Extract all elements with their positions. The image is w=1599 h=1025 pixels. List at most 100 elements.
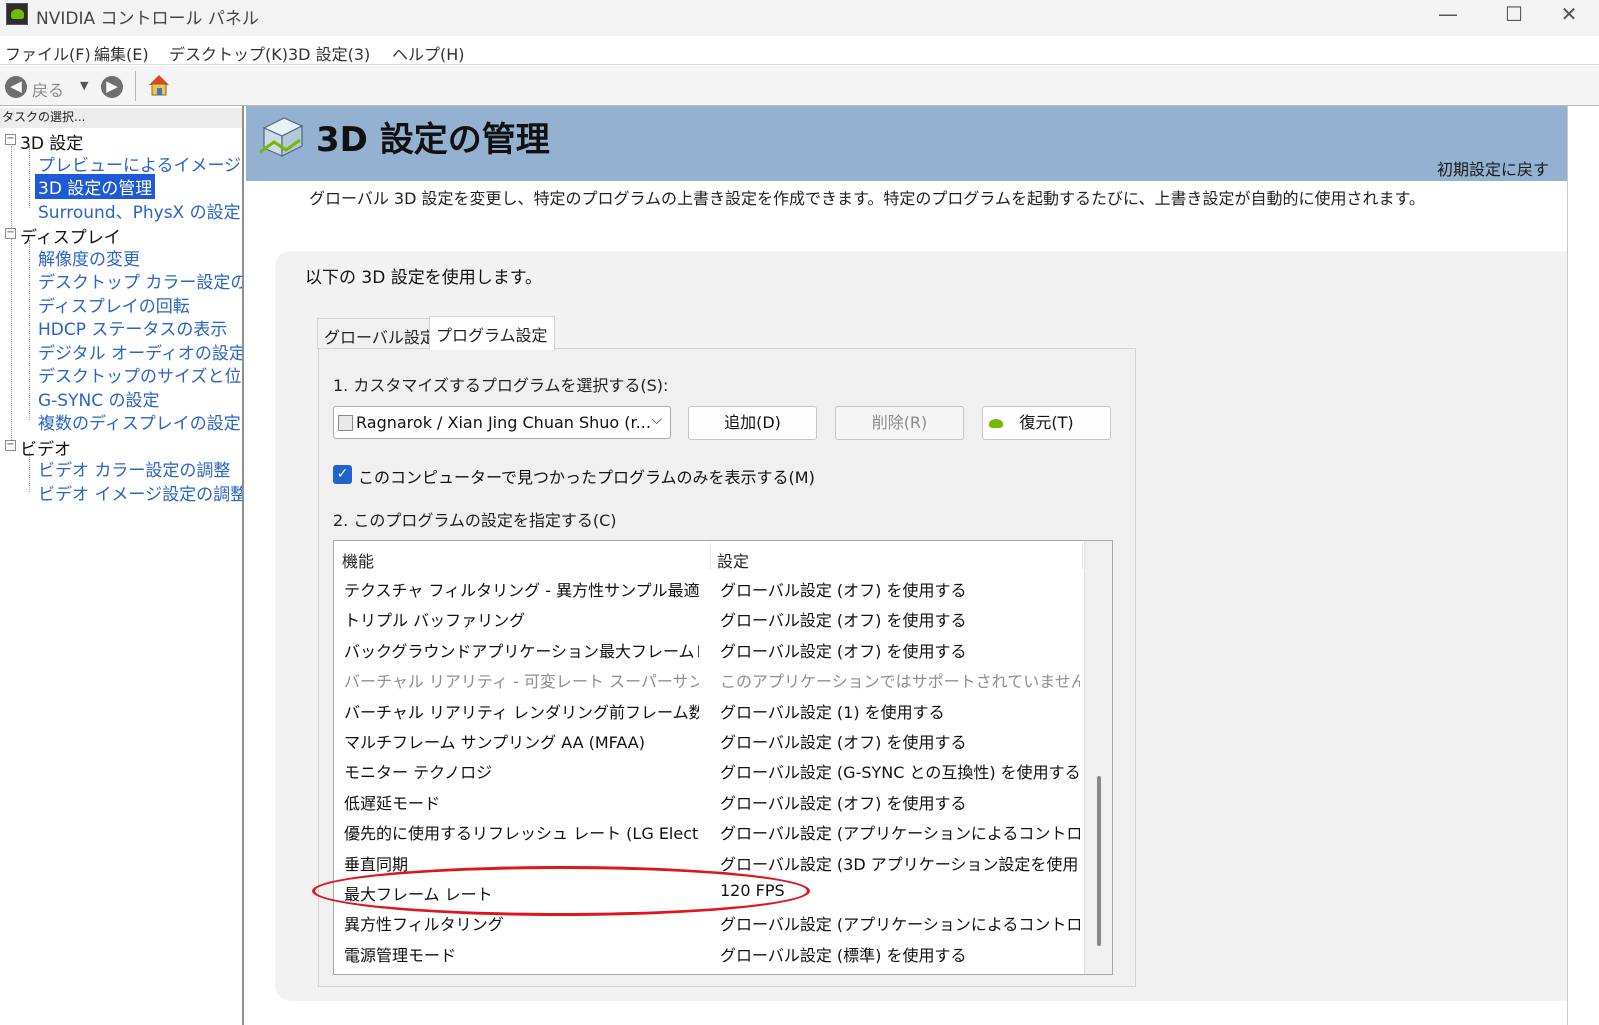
page-header-banner: 3D 設定の管理 初期設定に戻す [246,106,1567,181]
show-found-programs-checkbox[interactable]: ✓ [333,465,352,484]
task-preview-image-settings[interactable]: プレビューによるイメージ設定の調整 [38,151,242,176]
setting-value[interactable]: グローバル設定 (標準) を使用する [720,942,1080,966]
setting-feature-name: 低遅延モード [344,793,441,813]
task-manage-3d-settings[interactable]: 3D 設定の管理 [35,174,156,199]
column-divider[interactable] [1082,543,1083,569]
menu-bar: ファイル(F) 編集(E) デスクトップ(K) 3D 設定(3) ヘルプ(H) [0,36,1599,65]
collapse-3d-settings-icon[interactable]: − [5,134,16,145]
collapse-video-icon[interactable]: − [5,440,16,451]
setting-value[interactable]: グローバル設定 (1) を使用する [720,699,1080,723]
minimize-button[interactable]: — [1423,0,1473,30]
task-gsync-settings[interactable]: G-SYNC の設定 [38,386,159,411]
menu-edit[interactable]: 編集(E) [94,41,149,65]
collapse-display-icon[interactable]: − [5,228,16,239]
setting-value[interactable]: グローバル設定 (アプリケーションによるコントロール) ... [720,820,1080,844]
program-select[interactable]: Ragnarok / Xian Jing Chuan Shuo (r... ⌵ [333,406,671,439]
show-found-programs-label[interactable]: このコンピューターで見つかったプログラムのみを表示する(M) [358,464,815,488]
program-icon [338,415,353,431]
setting-feature-name: モニター テクノロジ [344,763,493,783]
setting-value[interactable]: グローバル設定 (オフ) を使用する [720,729,1080,753]
tree-line [29,146,30,208]
setting-row[interactable]: マルチフレーム サンプリング AA (MFAA) グローバル設定 (オフ) を使用… [334,725,1084,755]
task-change-resolution[interactable]: 解像度の変更 [38,245,140,270]
setting-feature-name: 異方性フィルタリング [344,915,504,935]
restore-defaults-link[interactable]: 初期設定に戻す [1437,156,1549,180]
setting-feature-name: バーチャル リアリティ レンダリング前フレーム数 [344,702,699,722]
tab-global-settings[interactable]: グローバル設定 [317,318,443,349]
menu-file[interactable]: ファイル(F) [5,41,91,65]
task-video-color[interactable]: ビデオ カラー設定の調整 [38,456,230,481]
tab-program-settings[interactable]: プログラム設定 [429,316,555,350]
program-select-value: Ragnarok / Xian Jing Chuan Shuo (r... [356,413,651,432]
scrollbar-thumb[interactable] [1097,776,1101,946]
column-header-feature[interactable]: 機能 [342,548,374,572]
remove-program-button[interactable]: 削除(R) [835,406,964,440]
task-rotate-display[interactable]: ディスプレイの回転 [38,292,190,317]
history-dropdown-icon[interactable]: ▼ [80,79,88,92]
column-divider[interactable] [710,543,711,569]
setting-row[interactable]: 垂直同期 グローバル設定 (3D アプリケーション設定を使用す... [334,847,1084,877]
setting-value[interactable]: グローバル設定 (オフ) を使用する [720,638,1080,662]
task-surround-physx[interactable]: Surround、PhysX の設定 [38,198,241,223]
window-right-edge [1567,106,1599,1025]
task-multiple-displays[interactable]: 複数のディスプレイの設定 [38,409,241,434]
settings-list: 機能 設定 テクスチャ フィルタリング - 異方性サンプル最適化 グローバル設定 … [333,540,1113,975]
setting-value[interactable]: グローバル設定 (オフ) を使用する [720,607,1080,631]
setting-value[interactable]: グローバル設定 (オフ) を使用する [720,790,1080,814]
task-desktop-color[interactable]: デスクトップ カラー設定の調整 [38,268,242,293]
chevron-down-icon[interactable]: ⌵ [651,412,662,428]
task-hdcp-status[interactable]: HDCP ステータスの表示 [38,315,227,340]
setting-feature-name: トリプル バッファリング [344,611,526,631]
setting-value[interactable]: 120 FPS [720,881,1080,900]
setting-value[interactable]: グローバル設定 (G-SYNC との互換性) を使用する [720,759,1080,783]
back-button-label[interactable]: 戻る [32,77,64,101]
list-header: 機能 設定 [334,541,1084,573]
task-pane-header: タスクの選択... [0,108,242,128]
setting-value[interactable]: グローバル設定 (3D アプリケーション設定を使用す... [720,851,1080,875]
panel-heading: 以下の 3D 設定を使用します。 [305,268,543,288]
back-arrow-icon[interactable]: ◀ [5,76,27,98]
task-desktop-size-position[interactable]: デスクトップのサイズと位置の調整 [38,362,242,387]
maximize-button[interactable]: ☐ [1489,0,1539,30]
setting-feature-name: 電源管理モード [344,945,457,965]
setting-row[interactable]: テクスチャ フィルタリング - 異方性サンプル最適化 グローバル設定 (オフ) を… [334,573,1084,603]
column-header-setting[interactable]: 設定 [717,548,749,572]
setting-feature-name: 最大フレーム レート [344,885,493,904]
step1-label: 1. カスタマイズするプログラムを選択する(S): [333,376,669,395]
menu-help[interactable]: ヘルプ(H) [392,41,465,65]
setting-row[interactable]: 低遅延モード グローバル設定 (オフ) を使用する [334,786,1084,816]
page-description: グローバル 3D 設定を変更し、特定のプログラムの上書き設定を作成できます。特定… [309,189,1425,208]
setting-value[interactable]: グローバル設定 (アプリケーションによるコントロール) ... [720,911,1080,935]
task-pane: タスクの選択... − 3D 設定 プレビューによるイメージ設定の調整 3D 設… [0,106,244,1025]
setting-feature-name: バックグラウンドアプリケーション最大フレームレート [344,641,699,661]
setting-row[interactable]: バックグラウンドアプリケーション最大フレームレート グローバル設定 (オフ) を使… [334,634,1084,664]
setting-value[interactable]: グローバル設定 (オフ) を使用する [720,577,1080,601]
restore-button-label: 復元(T) [1019,413,1074,432]
tree-line [29,240,30,420]
setting-feature-name: マルチフレーム サンプリング AA (MFAA) [344,733,645,752]
setting-row[interactable]: 優先的に使用するリフレッシュ レート (LG Electron... グローバル設… [334,816,1084,846]
forward-arrow-icon[interactable]: ▶ [101,76,123,98]
add-program-button[interactable]: 追加(D) [688,406,817,440]
toolbar: ◀ 戻る ▼ ▶ [0,66,1599,106]
setting-row[interactable]: 異方性フィルタリング グローバル設定 (アプリケーションによるコントロール) ..… [334,907,1084,937]
setting-row[interactable]: 最大フレーム レート 120 FPS [334,877,1084,907]
setting-row[interactable]: トリプル バッファリング グローバル設定 (オフ) を使用する [334,603,1084,633]
setting-row: バーチャル リアリティ - 可変レート スーパーサンプリ... このアプリケーショ… [334,664,1084,694]
setting-row[interactable]: バーチャル リアリティ レンダリング前フレーム数 グローバル設定 (1) を使用す… [334,695,1084,725]
home-icon[interactable] [146,72,172,98]
list-scrollbar[interactable] [1084,541,1112,974]
page-title: 3D 設定の管理 [316,120,550,160]
setting-row[interactable]: 電源管理モード グローバル設定 (標準) を使用する [334,938,1084,968]
menu-desktop[interactable]: デスクトップ(K) [169,41,288,65]
close-button[interactable]: ✕ [1544,0,1594,30]
restore-program-button[interactable]: 復元(T) [982,406,1111,440]
task-digital-audio[interactable]: デジタル オーディオの設定 [38,339,242,364]
setting-row[interactable]: モニター テクノロジ グローバル設定 (G-SYNC との互換性) を使用する [334,755,1084,785]
tree-line [11,146,12,446]
setting-feature-name: 垂直同期 [344,854,409,874]
task-video-image[interactable]: ビデオ イメージ設定の調整 [38,480,242,505]
nvidia-restore-icon [989,419,1003,428]
nvidia-app-icon [6,3,28,25]
menu-3d-settings[interactable]: 3D 設定(3) [288,41,370,65]
